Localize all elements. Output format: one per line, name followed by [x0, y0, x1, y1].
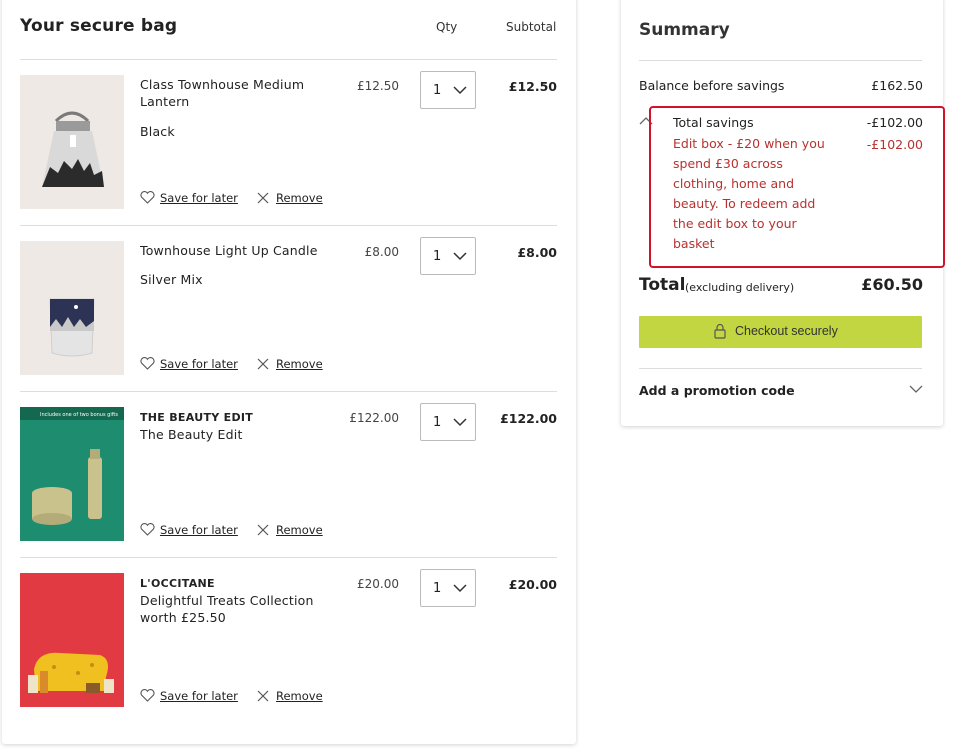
balance-value: £162.50 — [871, 78, 923, 93]
bag-item: L'OCCITANE Delightful Treats Collection … — [20, 558, 557, 728]
heart-icon — [140, 357, 155, 370]
qty-column-header: Qty — [436, 20, 458, 34]
unit-price: £8.00 — [364, 245, 399, 259]
bag-panel: Your secure bag Qty Subtotal Class Townh… — [2, 0, 576, 744]
quantity-value: 1 — [433, 415, 442, 430]
product-variant: Black — [140, 124, 175, 139]
quantity-select[interactable]: 1 — [420, 71, 476, 109]
quantity-value: 1 — [433, 83, 442, 98]
bag-item: Class Townhouse Medium Lantern Black £12… — [20, 60, 557, 226]
product-image-candle[interactable] — [20, 241, 124, 375]
total-label: Total — [639, 275, 686, 295]
remove-label: Remove — [276, 523, 323, 537]
remove-label: Remove — [276, 357, 323, 371]
product-brand: L'OCCITANE — [140, 577, 215, 590]
save-for-later-label: Save for later — [160, 357, 238, 371]
subtotal-column-header: Subtotal — [506, 20, 557, 34]
chevron-down-icon[interactable] — [909, 384, 923, 394]
item-subtotal: £8.00 — [517, 245, 557, 260]
quantity-value: 1 — [433, 249, 442, 264]
remove-label: Remove — [276, 689, 323, 703]
product-variant: Silver Mix — [140, 272, 203, 287]
close-icon — [257, 690, 269, 702]
heart-icon — [140, 523, 155, 536]
promotion-code-toggle[interactable]: Add a promotion code — [639, 383, 795, 398]
summary-panel: Summary Balance before savings £162.50 T… — [621, 0, 945, 426]
highlight-box — [649, 106, 945, 268]
heart-icon — [140, 689, 155, 702]
checkout-button[interactable]: Checkout securely — [639, 316, 922, 348]
balance-label: Balance before savings — [639, 78, 785, 93]
bag-item: Townhouse Light Up Candle Silver Mix £8.… — [20, 226, 557, 392]
product-image-loccitane[interactable] — [20, 573, 124, 707]
bag-item: Includes one of two bonus gifts THE BEAU… — [20, 392, 557, 558]
chevron-down-icon — [453, 252, 467, 261]
item-subtotal: £122.00 — [500, 411, 557, 426]
chevron-down-icon — [453, 418, 467, 427]
product-name[interactable]: The Beauty Edit — [140, 426, 340, 443]
unit-price: £12.50 — [357, 79, 399, 93]
close-icon — [257, 358, 269, 370]
summary-title: Summary — [639, 20, 730, 40]
product-brand: THE BEAUTY EDIT — [140, 411, 254, 424]
chevron-down-icon — [453, 584, 467, 593]
total-value: £60.50 — [861, 275, 923, 294]
item-subtotal: £20.00 — [508, 577, 557, 592]
save-for-later-label: Save for later — [160, 689, 238, 703]
close-icon — [257, 524, 269, 536]
chevron-down-icon — [453, 86, 467, 95]
total-note: (excluding delivery) — [685, 281, 795, 294]
product-image-beauty-edit[interactable]: Includes one of two bonus gifts — [20, 407, 124, 541]
product-image-lantern[interactable] — [20, 75, 124, 209]
product-name[interactable]: Delightful Treats Collection worth £25.5… — [140, 592, 330, 626]
quantity-select[interactable]: 1 — [420, 569, 476, 607]
save-for-later-label: Save for later — [160, 523, 238, 537]
quantity-select[interactable]: 1 — [420, 237, 476, 275]
product-name[interactable]: Class Townhouse Medium Lantern — [140, 76, 340, 110]
item-subtotal: £12.50 — [508, 79, 557, 94]
bag-title: Your secure bag — [20, 16, 178, 36]
product-name[interactable]: Townhouse Light Up Candle — [140, 242, 340, 259]
close-icon — [257, 192, 269, 204]
unit-price: £122.00 — [349, 411, 399, 425]
image-banner-text: Includes one of two bonus gifts — [40, 412, 118, 418]
heart-icon — [140, 191, 155, 204]
lock-icon — [714, 323, 726, 339]
checkout-label: Checkout securely — [735, 324, 838, 338]
unit-price: £20.00 — [357, 577, 399, 591]
divider — [639, 368, 922, 369]
quantity-value: 1 — [433, 581, 442, 596]
remove-label: Remove — [276, 191, 323, 205]
quantity-select[interactable]: 1 — [420, 403, 476, 441]
save-for-later-label: Save for later — [160, 191, 238, 205]
divider — [639, 60, 922, 61]
